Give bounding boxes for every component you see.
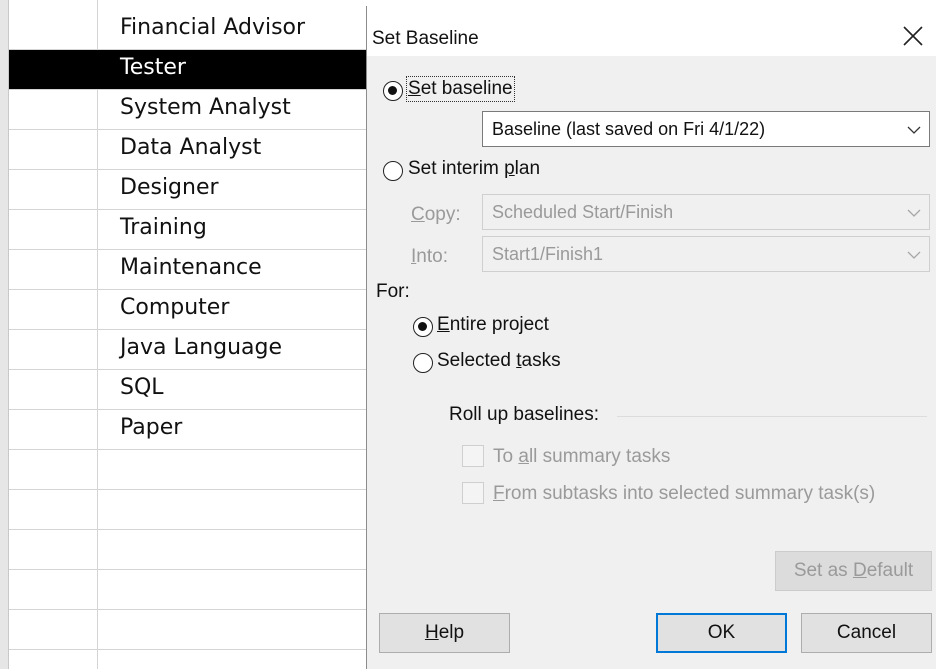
table-row[interactable]: System Analyst [9,90,366,130]
rollup-group-divider [617,416,927,417]
resource-name-cell: Data Analyst [120,135,262,160]
resource-name-cell: Tester [120,55,186,80]
set-interim-plan-radio[interactable] [383,161,403,181]
table-row[interactable] [9,450,366,490]
set-interim-plan-text-post: lan [514,158,541,179]
resource-name-cell: Maintenance [120,255,262,280]
set-baseline-dialog: Set Baseline Set baseline Baseline (last… [366,6,936,669]
into-text: nto: [416,246,448,267]
for-label: For: [376,281,410,302]
to-all-summary-text-post: ll summary tasks [528,446,671,467]
chevron-down-icon [907,209,921,217]
selected-tasks-label[interactable]: Selected tasks [437,350,561,372]
help-button[interactable]: Help [379,613,510,653]
table-row[interactable] [9,530,366,570]
resource-name-cell: Paper [120,415,183,440]
set-as-default-button[interactable]: Set as Default [775,551,932,591]
table-row[interactable]: Maintenance [9,250,366,290]
set-interim-plan-accel: p [504,158,515,179]
table-row[interactable]: Designer [9,170,366,210]
from-subtasks-text: rom subtasks into selected summary task(… [504,483,876,504]
rollup-group-label: Roll up baselines: [449,404,599,425]
into-label: Into: [411,246,448,268]
from-subtasks-checkbox[interactable] [462,482,484,504]
resource-sheet: Financial Advisor Tester System Analyst Dat… [0,0,366,669]
table-row[interactable]: Tester [9,50,366,90]
copy-accel: C [411,204,425,225]
to-all-summary-accel: a [518,446,529,467]
dialog-title: Set Baseline [372,28,479,49]
set-as-default-accel: D [852,560,867,581]
from-subtasks-label[interactable]: From subtasks into selected summary task… [493,483,875,505]
help-accel: H [424,622,439,643]
to-all-summary-checkbox[interactable] [462,445,484,467]
baseline-select-value: Baseline (last saved on Fri 4/1/22) [492,119,766,139]
table-row[interactable] [9,610,366,650]
resource-name-cell: Designer [120,175,219,200]
table-row[interactable]: Paper [9,410,366,450]
ok-button[interactable]: OK [656,613,787,653]
resource-name-cell: Training [120,215,207,240]
table-row[interactable]: Java Language [9,330,366,370]
into-select-value: Start1/Finish1 [492,244,604,264]
set-baseline-radio[interactable] [383,81,403,101]
set-baseline-text: et baseline [420,78,513,99]
selected-tasks-text-pre: Selected [437,350,517,371]
resource-name-cell: Computer [120,295,230,320]
table-row[interactable] [9,490,366,530]
entire-project-radio[interactable] [413,317,433,337]
set-baseline-label[interactable]: Set baseline [406,76,515,102]
table-row[interactable]: Data Analyst [9,130,366,170]
set-baseline-accel: S [408,78,421,99]
set-as-default-text-pre: Set as [793,560,853,581]
table-row[interactable]: Training [9,210,366,250]
to-all-summary-text-pre: To [493,446,519,467]
set-interim-plan-label[interactable]: Set interim plan [408,158,540,180]
table-row[interactable]: Computer [9,290,366,330]
set-interim-plan-text-pre: Set interim [408,158,505,179]
row-header-gutter [0,0,9,669]
resource-name-cell: System Analyst [120,95,291,120]
into-select[interactable]: Start1/Finish1 [482,236,930,272]
dialog-titlebar: Set Baseline [367,6,936,56]
chevron-down-icon [907,251,921,259]
table-row[interactable]: SQL [9,370,366,410]
selected-tasks-text-post: asks [521,350,561,371]
from-subtasks-accel: F [493,483,505,504]
entire-project-accel: E [437,314,450,335]
copy-text: opy: [424,204,461,225]
baseline-select[interactable]: Baseline (last saved on Fri 4/1/22) [482,111,930,147]
close-icon[interactable] [899,22,927,50]
resource-name-cell: Java Language [120,335,283,360]
copy-label: Copy: [411,204,461,226]
resource-name-cell: SQL [120,375,164,400]
entire-project-label[interactable]: Entire project [437,314,549,336]
copy-select[interactable]: Scheduled Start/Finish [482,194,930,230]
table-row[interactable] [9,570,366,610]
table-row[interactable] [9,650,366,669]
resource-name-cell: Financial Advisor [120,15,306,40]
to-all-summary-label[interactable]: To all summary tasks [493,446,670,468]
table-row[interactable]: Financial Advisor [9,10,366,50]
cancel-button[interactable]: Cancel [801,613,932,653]
selected-tasks-radio[interactable] [413,353,433,373]
chevron-down-icon [907,126,921,134]
help-text: elp [438,622,465,643]
set-as-default-text-post: efault [866,560,914,581]
copy-select-value: Scheduled Start/Finish [492,202,674,222]
entire-project-text: ntire project [449,314,549,335]
